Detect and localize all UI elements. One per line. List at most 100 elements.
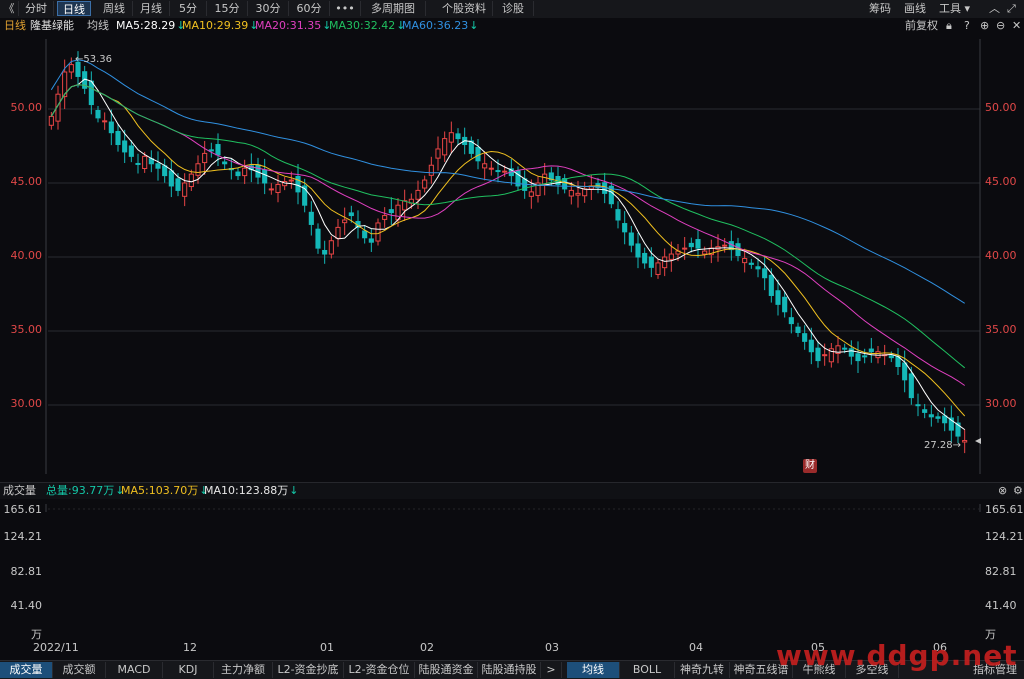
tab-fenshi[interactable]: 分时 <box>19 1 54 16</box>
candle-body <box>775 290 781 305</box>
candle-body <box>668 253 674 260</box>
chips-button[interactable]: 筹码 <box>869 1 891 16</box>
stock-profile-button[interactable]: 个股资料 <box>436 1 493 16</box>
tab-ma[interactable]: 均线 <box>567 662 620 678</box>
multi-period-button[interactable]: 多周期图 <box>361 1 426 16</box>
lock-icon[interactable]: 🔒︎ <box>946 19 952 33</box>
ma10-value: MA10:29.39↓ <box>182 19 258 33</box>
candle-body <box>488 167 494 170</box>
tools-button[interactable]: 工具 ▾ <box>939 1 970 16</box>
back-icon[interactable]: 《 <box>0 1 19 16</box>
close-icon[interactable]: ✕ <box>1012 19 1021 33</box>
candle-body <box>448 132 454 143</box>
candle-body <box>722 244 728 247</box>
candle-body <box>195 163 201 176</box>
help-icon[interactable]: ? <box>964 19 970 33</box>
tab-60min[interactable]: 60分 <box>289 1 330 16</box>
candle-body <box>175 178 181 191</box>
candle-body <box>842 347 848 350</box>
zoom-in-icon[interactable]: ⊕ <box>980 19 989 33</box>
candle-body <box>815 347 821 362</box>
price-label-left: 50.00 <box>10 101 43 114</box>
price-label-right: 50.00 <box>985 101 1017 114</box>
price-label-right: 35.00 <box>985 323 1017 336</box>
down-arrow-icon: ↓ <box>289 484 299 497</box>
volume-title: 成交量 <box>3 484 36 497</box>
tab-boll[interactable]: BOLL <box>620 662 675 678</box>
tab-main-net[interactable]: 主力净额 <box>214 662 273 678</box>
zoom-out-icon[interactable]: ⊖ <box>996 19 1005 33</box>
tab-l2-position[interactable]: L2-资金仓位 <box>344 662 415 678</box>
tab-15min[interactable]: 15分 <box>207 1 248 16</box>
volume-ma10: MA10:123.88万↓ <box>204 484 298 498</box>
chevron-right-icon[interactable]: > <box>541 662 562 678</box>
candle-body <box>368 238 374 243</box>
candle-body <box>335 226 341 239</box>
candle-body <box>702 250 708 255</box>
tab-northbound-fund[interactable]: 陆股通资金 <box>415 662 478 678</box>
candle-body <box>155 163 161 169</box>
candle-body <box>848 348 854 357</box>
close-icon[interactable]: ⊗ <box>998 484 1007 498</box>
tab-weekly[interactable]: 周线 <box>96 1 133 16</box>
candle-body <box>95 109 101 119</box>
candle-body <box>648 256 654 268</box>
settings-icon[interactable]: ⚙ <box>1013 484 1023 498</box>
volume-legend-bar: 成交量 总量:93.77万↓ MA5:103.70万↓ MA10:123.88万… <box>0 483 1024 499</box>
candle-body <box>748 262 754 265</box>
candle-body <box>268 188 274 191</box>
financial-report-badge[interactable]: 财 <box>803 459 817 473</box>
volume-label-left: 165.61 <box>3 503 43 516</box>
candle-body <box>855 353 861 362</box>
candle-body <box>922 409 928 413</box>
watermark: www.ddgp.net <box>776 639 1018 672</box>
price-chart[interactable] <box>0 34 1024 512</box>
price-label-right: 45.00 <box>985 175 1017 188</box>
candle-body <box>242 167 248 177</box>
tab-turnover[interactable]: 成交额 <box>53 662 106 678</box>
tab-macd[interactable]: MACD <box>106 662 163 678</box>
indicator-type[interactable]: 均线 <box>87 19 109 33</box>
ma20-line <box>50 84 965 386</box>
candle-body <box>48 115 54 126</box>
candle-body <box>108 121 114 134</box>
candle-body <box>342 219 348 224</box>
candle-body <box>782 296 788 313</box>
draw-line-button[interactable]: 画线 <box>904 1 926 16</box>
more-button[interactable]: ••• <box>330 1 361 16</box>
tab-l2-bottom[interactable]: L2-资金抄底 <box>273 662 344 678</box>
candle-body <box>428 164 434 176</box>
candle-body <box>768 274 774 296</box>
tab-5min[interactable]: 5分 <box>170 1 207 16</box>
tab-kdj[interactable]: KDJ <box>163 662 214 678</box>
candle-body <box>475 146 481 162</box>
volume-unit-left: 万 <box>31 628 42 641</box>
candle-body <box>942 415 948 424</box>
candle-body <box>122 140 128 153</box>
diagnose-button[interactable]: 诊股 <box>493 1 534 16</box>
candle-body <box>382 215 388 220</box>
candle-body <box>862 355 868 358</box>
candle-body <box>935 416 941 419</box>
price-label-right: 40.00 <box>985 249 1017 262</box>
tab-magic-nine[interactable]: 神奇九转 <box>675 662 730 678</box>
tab-monthly[interactable]: 月线 <box>133 1 170 16</box>
adjust-button[interactable]: 前复权 <box>905 19 938 33</box>
fullscreen-icon[interactable]: ⤢ <box>1007 1 1016 16</box>
tab-30min[interactable]: 30分 <box>248 1 289 16</box>
chevron-up-icon[interactable]: ︿ <box>989 1 1000 16</box>
candle-body <box>615 209 621 221</box>
x-axis-label: 02 <box>420 641 434 654</box>
candle-body <box>88 80 94 106</box>
tab-volume[interactable]: 成交量 <box>0 662 53 678</box>
chevron-down-icon: ▾ <box>964 2 971 15</box>
ma5-line <box>50 78 965 431</box>
ma30-text: MA30:32.42 <box>329 19 396 32</box>
price-label-left: 30.00 <box>10 397 43 410</box>
tab-northbound-hold[interactable]: 陆股通持股 <box>478 662 541 678</box>
candle-body <box>962 440 968 443</box>
ma60-value: MA60:36.23↓ <box>402 19 478 33</box>
tab-daily[interactable]: 日线 <box>57 1 91 16</box>
candle-body <box>162 165 168 177</box>
candle-body <box>502 170 508 173</box>
